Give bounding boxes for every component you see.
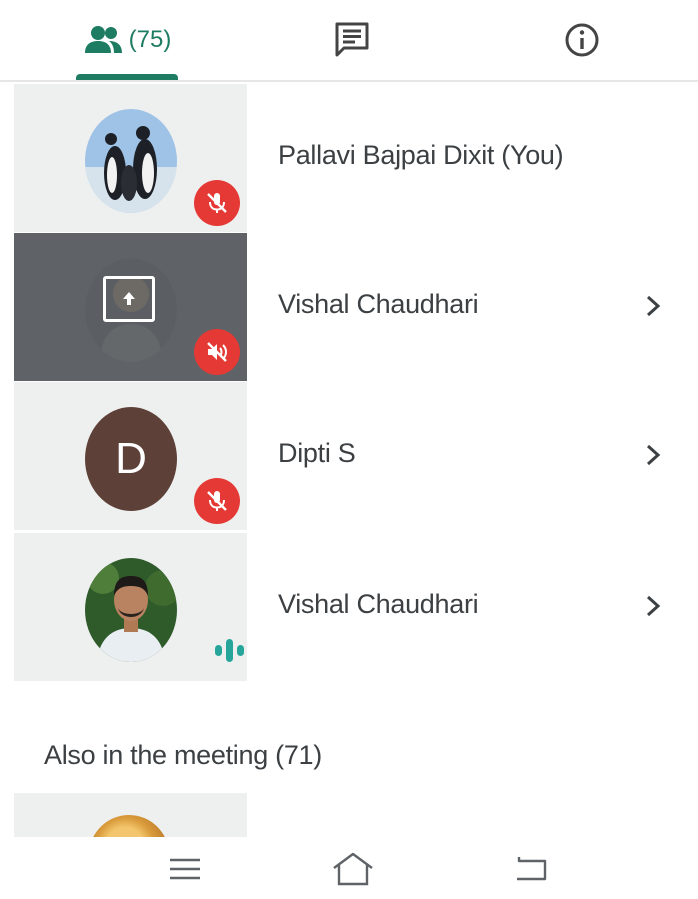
participant-tile <box>14 233 247 381</box>
chevron-right-icon[interactable] <box>640 591 666 621</box>
participant-row[interactable]: Pallavi Bajpai Dixit (You) <box>0 84 698 232</box>
chevron-right-icon[interactable] <box>640 440 666 470</box>
menu-icon <box>170 858 200 880</box>
participant-name: Pallavi Bajpai Dixit (You) <box>278 140 564 170</box>
mic-muted-badge <box>194 180 240 226</box>
participant-row[interactable]: Vishal Chaudhari <box>0 533 698 681</box>
system-nav-bar <box>0 837 698 899</box>
participant-tile <box>14 533 247 681</box>
chat-icon <box>335 22 369 57</box>
volume-muted-badge <box>194 329 240 375</box>
home-button[interactable] <box>328 849 378 889</box>
participant-name: Vishal Chaudhari <box>278 589 479 619</box>
tab-people[interactable]: (75) <box>76 0 180 80</box>
avatar <box>85 558 177 662</box>
mic-off-icon <box>207 193 227 213</box>
mic-muted-badge <box>194 478 240 524</box>
tab-info[interactable] <box>530 0 634 80</box>
avatar-letter: D <box>115 434 147 483</box>
back-icon <box>517 857 547 881</box>
participant-count: (75) <box>128 26 172 53</box>
participant-tile <box>14 84 247 232</box>
mic-off-icon <box>207 491 227 511</box>
chevron-right-icon[interactable] <box>640 291 666 321</box>
presenting-icon <box>103 276 155 322</box>
avatar: D <box>85 407 177 511</box>
participant-name: Vishal Chaudhari <box>278 289 479 319</box>
participant-row[interactable]: D Dipti S <box>0 382 698 530</box>
also-in-meeting-heading: Also in the meeting (71) <box>44 740 322 770</box>
avatar <box>85 109 177 213</box>
volume-off-icon <box>207 342 227 362</box>
info-icon <box>565 23 599 57</box>
avatar <box>89 815 169 837</box>
participant-name: Dipti S <box>278 438 356 468</box>
home-icon <box>333 852 373 886</box>
recent-apps-button[interactable] <box>160 849 210 889</box>
participant-tile: D <box>14 382 247 530</box>
tab-chat[interactable] <box>300 0 404 80</box>
selected-tab-indicator <box>76 74 178 80</box>
speaking-indicator-icon <box>215 639 244 662</box>
tab-bar: (75) <box>0 0 698 82</box>
participant-row[interactable]: Vishal Chaudhari <box>0 233 698 381</box>
participant-tile[interactable] <box>14 793 247 837</box>
people-icon <box>84 26 122 53</box>
back-button[interactable] <box>506 849 556 889</box>
